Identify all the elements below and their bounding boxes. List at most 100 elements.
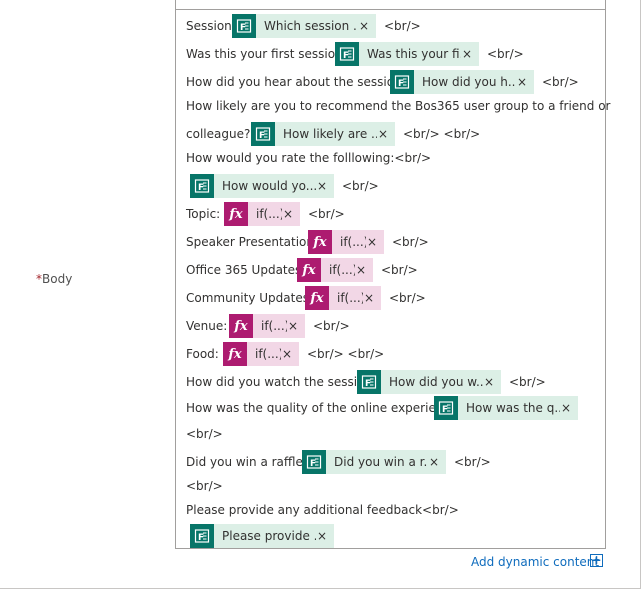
body-text-prefix: Venue: [186, 319, 228, 333]
token-label: How was the q... [466, 401, 560, 415]
fx-icon: fx [224, 202, 248, 226]
token-label: Which session ... [264, 19, 358, 33]
forms-icon: F [190, 524, 214, 548]
body-text-prefix: Topic: [186, 207, 221, 221]
token-label: How likely are ... [283, 127, 377, 141]
body-text-suffix: <br/> [342, 179, 379, 193]
forms-icon: F [302, 450, 326, 474]
body-text-line: <br/> [186, 479, 223, 493]
dynamic-content-token[interactable]: F Please provide ... × [190, 524, 334, 548]
body-text-prefix: Did you win a raffle? [186, 455, 310, 469]
body-text-suffix: <br/> [487, 47, 524, 61]
svg-text:F: F [259, 131, 265, 141]
expression-token[interactable]: fx if(...) × [229, 314, 305, 338]
remove-icon[interactable]: × [560, 401, 572, 415]
dynamic-content-token[interactable]: F How did you h... × [390, 70, 534, 94]
remove-icon[interactable]: × [483, 375, 495, 389]
body-text-suffix: <br/> [454, 455, 491, 469]
body-label: *Body [36, 272, 72, 286]
expression-token[interactable]: fx if(...) × [305, 286, 381, 310]
body-text-prefix: Speaker Presentation: [186, 235, 319, 249]
remove-icon[interactable]: × [316, 179, 328, 193]
dynamic-content-token[interactable]: F How was the q... × [434, 396, 578, 420]
svg-text:F: F [240, 23, 246, 33]
body-text-prefix: How was the quality of the online experi… [186, 401, 462, 415]
body-text-suffix: <br/> [389, 291, 426, 305]
remove-icon[interactable]: × [358, 19, 370, 33]
svg-text:F: F [198, 183, 204, 193]
remove-icon[interactable]: × [516, 75, 528, 89]
body-text-suffix: <br/> [392, 235, 429, 249]
fx-icon: fx [297, 258, 321, 282]
expression-token[interactable]: fx if(...) × [223, 342, 299, 366]
remove-icon[interactable]: × [377, 127, 389, 141]
body-text-prefix: colleague? [186, 127, 251, 141]
remove-icon[interactable]: × [316, 529, 328, 543]
remove-icon[interactable]: × [428, 455, 440, 469]
body-text-line: <br/> [186, 427, 223, 441]
token-label: Was this your fi... [367, 47, 461, 61]
body-text-prefix: Session: [186, 19, 236, 33]
svg-text:F: F [198, 533, 204, 543]
body-text-suffix: <br/> [384, 19, 421, 33]
svg-text:F: F [310, 459, 316, 469]
body-text-suffix: <br/> [509, 375, 546, 389]
token-label: if(...) [255, 347, 281, 361]
fx-icon: fx [229, 314, 253, 338]
fx-icon: fx [223, 342, 247, 366]
remove-icon[interactable]: × [461, 47, 473, 61]
forms-icon: F [390, 70, 414, 94]
body-text-line: How likely are you to recommend the Bos3… [186, 99, 611, 113]
body-text-suffix: <br/> [308, 207, 345, 221]
expression-token[interactable]: fx if(...) × [297, 258, 373, 282]
body-text-prefix: Food: [186, 347, 219, 361]
dynamic-content-token[interactable]: F How did you w... × [357, 370, 501, 394]
forms-icon: F [335, 42, 359, 66]
forms-icon: F [251, 122, 275, 146]
forms-icon: F [190, 174, 214, 198]
token-label: if(...) [340, 235, 366, 249]
expression-token[interactable]: fx if(...) × [224, 202, 300, 226]
token-label: How did you h... [422, 75, 516, 89]
remove-icon[interactable]: × [363, 291, 375, 305]
body-text-prefix: Community Updates: [186, 291, 314, 305]
remove-icon[interactable]: × [281, 347, 293, 361]
remove-icon[interactable]: × [366, 235, 378, 249]
token-label: Please provide ... [222, 529, 316, 543]
token-label: if(...) [337, 291, 363, 305]
body-text-prefix: Office 365 Updates: [186, 263, 306, 277]
svg-text:F: F [442, 405, 448, 415]
dynamic-content-token[interactable]: F Which session ... × [232, 14, 376, 38]
body-text-suffix: <br/> <br/> [307, 347, 385, 361]
body-text-line: How would you rate the folllowing:<br/> [186, 151, 432, 165]
body-text-prefix: How did you watch the session: [186, 375, 377, 389]
token-label: Did you win a r... [334, 455, 428, 469]
body-label-text: Body [42, 272, 73, 286]
forms-icon: F [232, 14, 256, 38]
svg-text:F: F [343, 51, 349, 61]
dynamic-content-token[interactable]: F How likely are ... × [251, 122, 395, 146]
body-text-suffix: <br/> [313, 319, 350, 333]
body-text-prefix: How did you hear about the session? [186, 75, 409, 89]
forms-icon: F [434, 396, 458, 420]
dynamic-content-token[interactable]: F How would yo... × [190, 174, 334, 198]
token-label: How would yo... [222, 179, 316, 193]
body-box-top [175, 0, 606, 9]
body-text-suffix: <br/> [381, 263, 418, 277]
forms-icon: F [357, 370, 381, 394]
svg-text:F: F [398, 79, 404, 89]
add-dynamic-content-link[interactable]: Add dynamic content [471, 555, 599, 569]
svg-text:F: F [365, 379, 371, 389]
dynamic-content-token[interactable]: F Was this your fi... × [335, 42, 479, 66]
fx-icon: fx [308, 230, 332, 254]
body-text-suffix: <br/> <br/> [403, 127, 481, 141]
body-text-suffix: <br/> [542, 75, 579, 89]
remove-icon[interactable]: × [282, 207, 294, 221]
body-text-line: Please provide any additional feedback<b… [186, 503, 459, 517]
expression-token[interactable]: fx if(...) × [308, 230, 384, 254]
token-label: if(...) [261, 319, 287, 333]
remove-icon[interactable]: × [287, 319, 299, 333]
plus-box-icon[interactable]: + [590, 554, 603, 567]
dynamic-content-token[interactable]: F Did you win a r... × [302, 450, 446, 474]
remove-icon[interactable]: × [355, 263, 367, 277]
